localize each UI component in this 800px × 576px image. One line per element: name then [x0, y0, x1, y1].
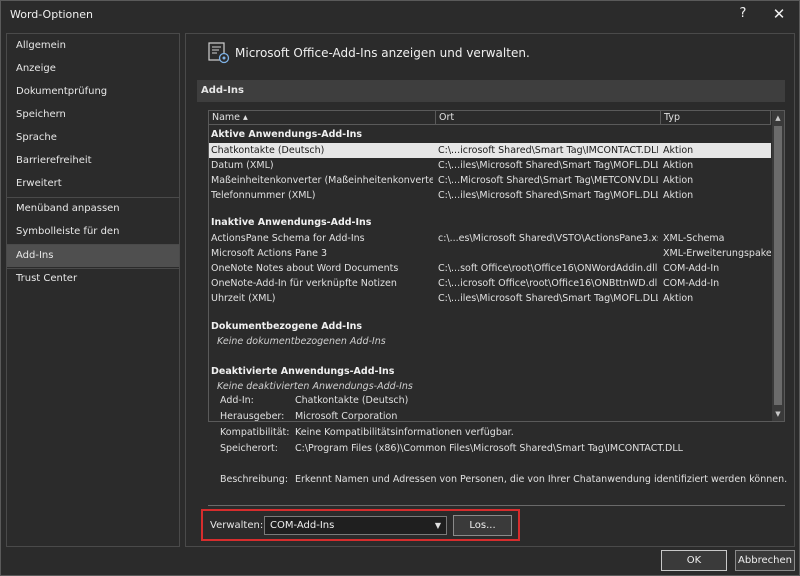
cell-name: ActionsPane Schema for Add-Ins [211, 233, 365, 244]
sidebar-item-customize-ribbon[interactable]: Menüband anpassen [7, 198, 179, 220]
sidebar-item-advanced[interactable]: Erweitert [7, 173, 179, 195]
scroll-down-icon[interactable]: ▼ [772, 407, 784, 421]
scroll-up-icon[interactable]: ▲ [772, 111, 784, 125]
detail-value-location: C:\Program Files (x86)\Common Files\Micr… [295, 443, 683, 454]
title-bar: Word-Optionen ? ✕ [1, 1, 799, 29]
column-header-type[interactable]: Typ [661, 111, 771, 125]
detail-value-description: Erkennt Namen und Adressen von Personen,… [295, 474, 788, 485]
sidebar-item-save[interactable]: Speichern [7, 104, 179, 126]
table-row[interactable]: ActionsPane Schema for Add-Ins c:\...es\… [209, 231, 771, 246]
cell-type: XML-Erweiterungspaket [663, 248, 771, 259]
table-row[interactable]: Microsoft Actions Pane 3 XML-Erweiterung… [209, 246, 771, 261]
cell-name: Chatkontakte (Deutsch) [211, 145, 325, 156]
go-button[interactable]: Los... [453, 515, 512, 536]
sidebar-item-accessibility[interactable]: Barrierefreiheit [7, 150, 179, 172]
cell-type: Aktion [663, 160, 694, 171]
vertical-scrollbar[interactable]: ▲ ▼ [772, 111, 784, 421]
addins-settings-icon [208, 42, 230, 64]
detail-value-addin: Chatkontakte (Deutsch) [295, 395, 409, 406]
group-title-disabled: Deaktivierte Anwendungs-Add-Ins [211, 366, 395, 377]
table-row[interactable]: Datum (XML) C:\...iles\Microsoft Shared\… [209, 158, 771, 173]
detail-label-location: Speicherort: [220, 443, 278, 454]
detail-label-description: Beschreibung: [220, 474, 289, 485]
cell-location: C:\...iles\Microsoft Shared\Smart Tag\MO… [438, 190, 658, 201]
column-header-location[interactable]: Ort [436, 111, 661, 125]
cell-name: Maßeinheitenkonverter (Maßeinheitenkonve… [211, 175, 433, 186]
detail-value-publisher: Microsoft Corporation [295, 411, 398, 422]
page-title: Microsoft Office-Add-Ins anzeigen und ve… [235, 46, 530, 60]
cell-name: Microsoft Actions Pane 3 [211, 248, 328, 259]
cell-location: C:\...iles\Microsoft Shared\Smart Tag\MO… [438, 293, 658, 304]
cell-location: c:\...es\Microsoft Shared\VSTO\ActionsPa… [438, 233, 658, 244]
sidebar-item-add-ins[interactable]: Add-Ins [7, 245, 179, 267]
cell-location: C:\...Microsoft Shared\Smart Tag\METCONV… [438, 175, 658, 186]
sidebar-item-language[interactable]: Sprache [7, 127, 179, 149]
help-button[interactable]: ? [733, 4, 753, 24]
detail-label-addin: Add-In: [220, 395, 254, 406]
empty-note: Keine dokumentbezogenen Add-Ins [217, 336, 386, 347]
group-title-active: Aktive Anwendungs-Add-Ins [211, 129, 363, 140]
close-button[interactable]: ✕ [769, 4, 789, 24]
table-row[interactable]: OneNote Notes about Word Documents C:\..… [209, 261, 771, 276]
divider [208, 505, 785, 506]
table-row[interactable]: Telefonnummer (XML) C:\...iles\Microsoft… [209, 188, 771, 203]
ok-button[interactable]: OK [661, 550, 727, 571]
table-header: Name ▴ Ort Typ [209, 111, 771, 125]
cell-type: Aktion [663, 175, 694, 186]
table-row[interactable]: Maßeinheitenkonverter (Maßeinheitenkonve… [209, 173, 771, 188]
sidebar-item-trust-center[interactable]: Trust Center [7, 268, 179, 290]
cell-name: OneNote-Add-In für verknüpfte Notizen [211, 278, 397, 289]
manage-label: Verwalten: [210, 520, 264, 531]
cell-name: OneNote Notes about Word Documents [211, 263, 399, 274]
detail-label-publisher: Herausgeber: [220, 411, 285, 422]
cancel-button[interactable]: Abbrechen [735, 550, 795, 571]
chevron-down-icon: ▼ [434, 521, 441, 530]
cell-type: Aktion [663, 190, 694, 201]
table-row[interactable]: OneNote-Add-In für verknüpfte Notizen C:… [209, 276, 771, 291]
column-header-name[interactable]: Name ▴ [209, 111, 436, 125]
sidebar-item-general[interactable]: Allgemein [7, 35, 179, 57]
window-title: Word-Optionen [10, 8, 93, 21]
manage-dropdown-value: COM-Add-Ins [270, 520, 335, 531]
sidebar-item-quick-access-toolbar[interactable]: Symbolleiste für den Schnellzugriff [7, 221, 179, 259]
manage-highlight: Verwalten: COM-Add-Ins ▼ Los... [201, 509, 520, 541]
sidebar-item-display[interactable]: Anzeige [7, 58, 179, 80]
cell-location: C:\...icrosoft Shared\Smart Tag\IMCONTAC… [438, 145, 658, 156]
cell-location: C:\...icrosoft Office\root\Office16\ONBt… [438, 278, 658, 289]
addins-table: Name ▴ Ort Typ Aktive Anwendungs-Add-Ins… [208, 110, 785, 422]
scrollbar-thumb[interactable] [774, 126, 782, 405]
group-title-inactive: Inaktive Anwendungs-Add-Ins [211, 217, 372, 228]
detail-label-compatibility: Kompatibilität: [220, 427, 290, 438]
empty-note: Keine deaktivierten Anwendungs-Add-Ins [217, 381, 413, 392]
detail-value-compatibility: Keine Kompatibilitätsinformationen verfü… [295, 427, 514, 438]
cell-type: COM-Add-In [663, 263, 720, 274]
main-panel: Microsoft Office-Add-Ins anzeigen und ve… [185, 33, 795, 547]
table-row[interactable]: Chatkontakte (Deutsch) C:\...icrosoft Sh… [209, 143, 771, 158]
cell-name: Telefonnummer (XML) [211, 190, 316, 201]
group-title-document: Dokumentbezogene Add-Ins [211, 321, 363, 332]
cell-location: C:\...soft Office\root\Office16\ONWordAd… [438, 263, 658, 274]
cell-type: Aktion [663, 145, 694, 156]
options-dialog: Word-Optionen ? ✕ Allgemein Anzeige Doku… [0, 0, 800, 576]
section-header: Add-Ins [197, 80, 785, 102]
table-row[interactable]: Uhrzeit (XML) C:\...iles\Microsoft Share… [209, 291, 771, 306]
sidebar: Allgemein Anzeige Dokumentprüfung Speich… [6, 33, 180, 547]
sidebar-item-proofing[interactable]: Dokumentprüfung [7, 81, 179, 103]
manage-dropdown[interactable]: COM-Add-Ins ▼ [264, 516, 447, 535]
cell-type: COM-Add-In [663, 278, 720, 289]
cell-location: C:\...iles\Microsoft Shared\Smart Tag\MO… [438, 160, 658, 171]
cell-type: XML-Schema [663, 233, 725, 244]
cell-name: Uhrzeit (XML) [211, 293, 276, 304]
cell-type: Aktion [663, 293, 694, 304]
cell-name: Datum (XML) [211, 160, 274, 171]
